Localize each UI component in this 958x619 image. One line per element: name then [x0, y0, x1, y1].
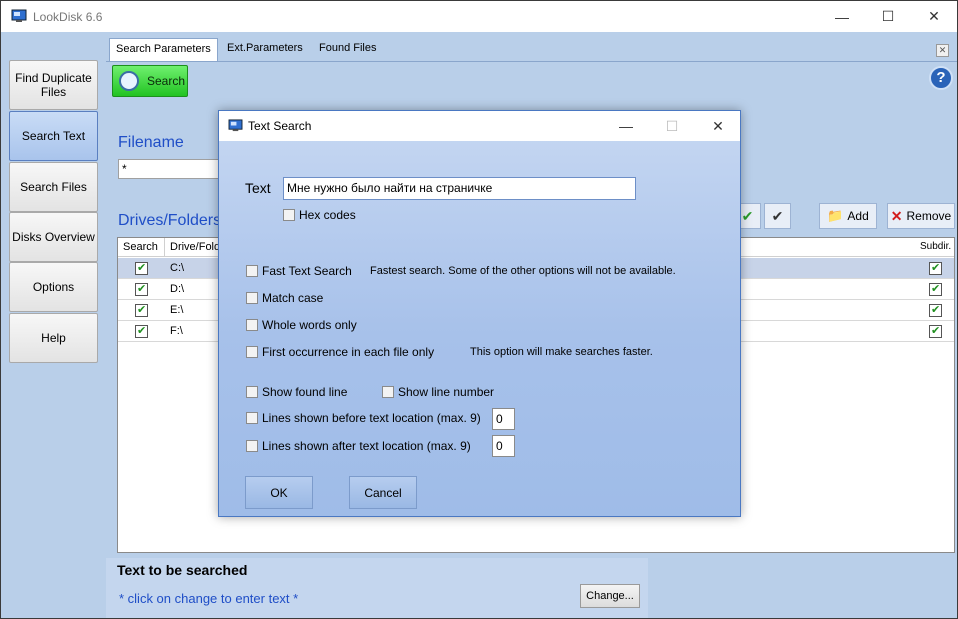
- lines-after-input[interactable]: 0: [492, 435, 515, 457]
- column-header-subdir[interactable]: Subdir.: [915, 238, 954, 257]
- app-logo-icon: [228, 119, 243, 132]
- check-selected-button[interactable]: ✔: [764, 203, 791, 229]
- hex-codes-checkbox[interactable]: [283, 209, 295, 221]
- hex-codes-label: Hex codes: [299, 208, 356, 222]
- red-x-icon: ✕: [890, 207, 903, 224]
- toolbar: Search ?: [106, 61, 957, 99]
- sidebar-item-options[interactable]: Options: [9, 262, 98, 312]
- show-found-line-checkbox[interactable]: [246, 386, 258, 398]
- match-case-checkbox[interactable]: [246, 292, 258, 304]
- close-window-button[interactable]: ✕: [911, 1, 957, 32]
- search-text-input[interactable]: Мне нужно было найти на страничке: [283, 177, 636, 200]
- fast-text-search-checkbox[interactable]: [246, 265, 258, 277]
- cancel-button[interactable]: Cancel: [349, 476, 417, 509]
- search-button[interactable]: Search: [112, 65, 188, 97]
- app-logo-icon: [11, 9, 27, 22]
- magnifier-icon: [119, 71, 139, 91]
- folder-icon: 📁: [827, 208, 844, 223]
- sidebar-item-search-files[interactable]: Search Files: [9, 162, 98, 212]
- fast-text-search-hint: Fastest search. Some of the other option…: [370, 265, 676, 277]
- search-checkbox[interactable]: [135, 303, 148, 317]
- dialog-title-bar: Text Search — ☐ ✕: [219, 111, 740, 141]
- sidebar-item-help[interactable]: Help: [9, 313, 98, 363]
- maximize-button[interactable]: ☐: [865, 1, 911, 32]
- add-folder-button[interactable]: 📁 Add: [819, 203, 877, 229]
- tab-found-files[interactable]: Found Files: [313, 38, 382, 60]
- fast-text-search-label: Fast Text Search: [262, 264, 352, 278]
- drive-path: E:\: [170, 304, 184, 316]
- show-found-line-label: Show found line: [262, 385, 348, 399]
- drive-path: C:\: [170, 262, 185, 274]
- dialog-title: Text Search: [248, 119, 312, 133]
- sidebar-item-disks-overview[interactable]: Disks Overview: [9, 212, 98, 262]
- text-to-search-title: Text to be searched: [117, 562, 248, 578]
- filename-label: Filename: [118, 134, 184, 151]
- column-header-search[interactable]: Search: [118, 238, 165, 257]
- lines-before-label: Lines shown before text location (max. 9…: [262, 411, 481, 425]
- sidebar-item-search-text[interactable]: Search Text: [9, 111, 98, 161]
- text-to-search-hint: * click on change to enter text *: [119, 591, 299, 606]
- lines-after-checkbox[interactable]: [246, 440, 258, 452]
- dialog-maximize-button: ☐: [665, 117, 679, 134]
- show-line-number-label: Show line number: [398, 385, 495, 399]
- search-checkbox[interactable]: [135, 261, 148, 275]
- match-case-label: Match case: [262, 291, 324, 305]
- first-occurrence-label: First occurrence in each file only: [262, 345, 435, 359]
- first-occurrence-checkbox[interactable]: [246, 346, 258, 358]
- drive-path: F:\: [170, 325, 183, 337]
- title-bar: LookDisk 6.6 — ☐ ✕: [1, 1, 957, 32]
- text-label: Text: [245, 180, 271, 196]
- app-window: LookDisk 6.6 — ☐ ✕ Find Duplicate Files …: [0, 0, 958, 619]
- search-checkbox[interactable]: [135, 282, 148, 296]
- tab-bar: Search Parameters Ext.Parameters Found F…: [106, 38, 957, 61]
- window-title: LookDisk 6.6: [33, 10, 103, 24]
- show-line-number-checkbox[interactable]: [382, 386, 394, 398]
- subdir-checkbox[interactable]: [929, 324, 942, 338]
- drive-path: D:\: [170, 283, 185, 295]
- lines-before-input[interactable]: 0: [492, 408, 515, 430]
- subdir-checkbox[interactable]: [929, 261, 942, 275]
- minimize-button[interactable]: —: [819, 1, 865, 32]
- whole-words-label: Whole words only: [262, 318, 357, 332]
- subdir-checkbox[interactable]: [929, 303, 942, 317]
- sidebar: Find Duplicate Files Search Text Search …: [4, 56, 101, 618]
- lines-before-checkbox[interactable]: [246, 412, 258, 424]
- ok-button[interactable]: OK: [245, 476, 313, 509]
- subdir-checkbox[interactable]: [929, 282, 942, 296]
- remove-folder-button[interactable]: ✕ Remove: [887, 203, 955, 229]
- help-icon[interactable]: ?: [929, 66, 953, 90]
- green-check-icon: ✔: [741, 207, 754, 224]
- tab-search-parameters[interactable]: Search Parameters: [109, 38, 218, 61]
- whole-words-checkbox[interactable]: [246, 319, 258, 331]
- dialog-minimize-button[interactable]: —: [603, 111, 649, 141]
- search-checkbox[interactable]: [135, 324, 148, 338]
- check-icon: ✔: [771, 207, 784, 224]
- first-occurrence-hint: This option will make searches faster.: [470, 346, 653, 358]
- lines-after-label: Lines shown after text location (max. 9): [262, 439, 471, 453]
- sidebar-item-find-duplicate-files[interactable]: Find Duplicate Files: [9, 60, 98, 110]
- dialog-close-button[interactable]: ✕: [695, 111, 741, 141]
- text-search-dialog: Text Search — ☐ ✕ Text Мне нужно было на…: [218, 110, 741, 517]
- change-button[interactable]: Change...: [580, 584, 640, 608]
- drives-folders-label: Drives/Folders t: [118, 212, 231, 229]
- tab-ext-parameters[interactable]: Ext.Parameters: [221, 38, 309, 60]
- close-tab-icon[interactable]: ✕: [936, 44, 949, 57]
